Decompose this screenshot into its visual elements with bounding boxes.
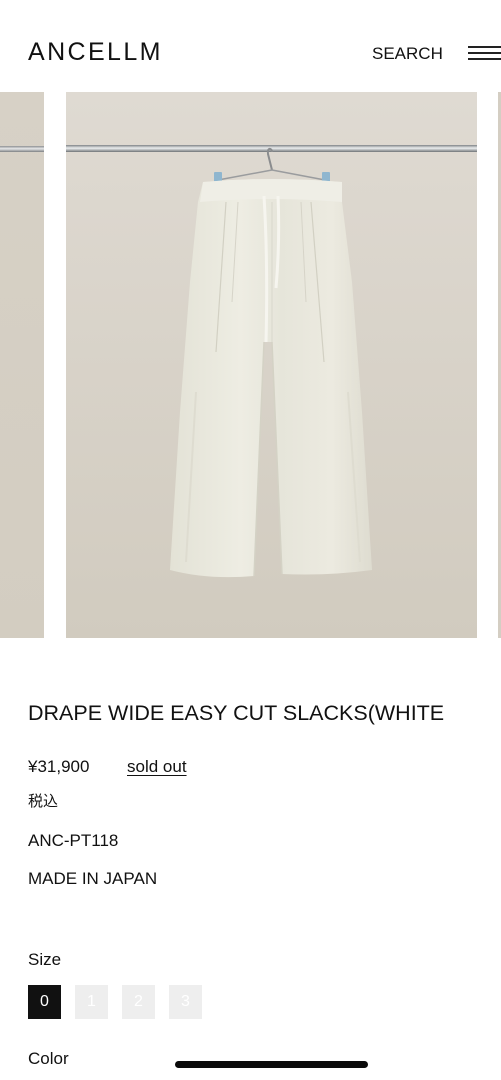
home-indicator (175, 1061, 368, 1068)
product-photo (66, 92, 477, 638)
main-product-image[interactable] (66, 92, 477, 638)
size-label: Size (28, 950, 62, 969)
product-price: ¥31,900 (28, 757, 90, 776)
color-label: Color (28, 1049, 69, 1068)
hanger-rail (0, 146, 44, 152)
menu-bar (468, 46, 501, 48)
site-header: ANCELLM SEARCH (0, 0, 501, 90)
size-option-2[interactable]: 2 (122, 985, 155, 1019)
sold-out-link[interactable]: sold out (127, 756, 187, 778)
size-option-1[interactable]: 1 (75, 985, 108, 1019)
product-title: DRAPE WIDE EASY CUT SLACKS(WHITE (28, 701, 445, 725)
menu-bar (468, 52, 501, 54)
product-sku: ANC-PT118 (28, 831, 119, 850)
search-link[interactable]: SEARCH (372, 43, 443, 65)
size-option-3[interactable]: 3 (169, 985, 202, 1019)
product-image-gallery[interactable] (0, 92, 501, 638)
brand-logo[interactable]: ANCELLM (28, 36, 163, 68)
size-option-0[interactable]: 0 (28, 985, 61, 1019)
hamburger-menu-icon[interactable] (468, 44, 501, 64)
product-origin: MADE IN JAPAN (28, 869, 158, 888)
previous-slide-image[interactable] (0, 92, 44, 638)
menu-bar (468, 58, 501, 60)
tax-included-note: 税込 (28, 793, 59, 810)
